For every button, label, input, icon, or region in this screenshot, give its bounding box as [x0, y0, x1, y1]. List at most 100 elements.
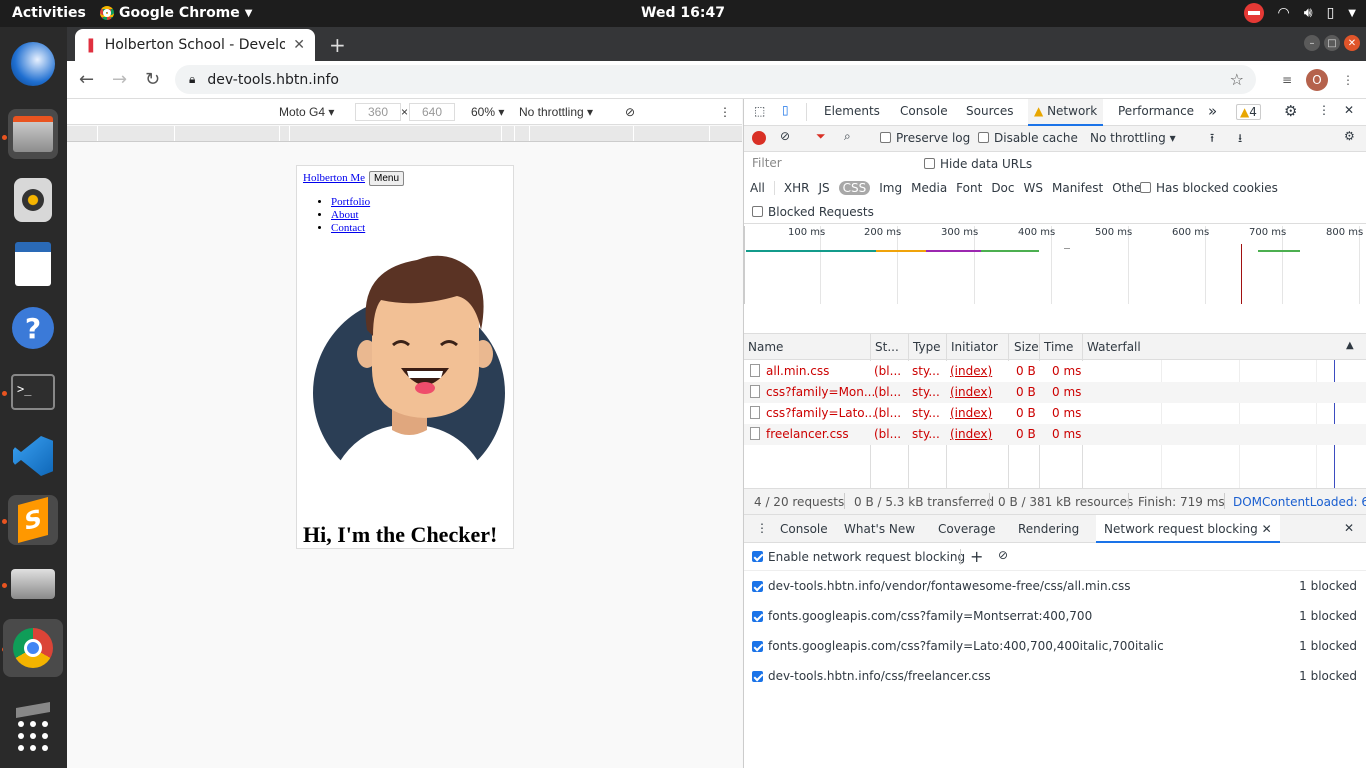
type-filter-font[interactable]: Font — [956, 181, 982, 195]
browser-tab[interactable]: ❚ Holberton School - Develo ✕ — [75, 29, 315, 61]
maximize-icon[interactable]: □ — [1324, 35, 1340, 51]
close-window-icon[interactable]: ✕ — [1344, 35, 1360, 51]
table-row[interactable]: all.min.css (bl... sty... (index) 0 B 0 … — [744, 361, 1084, 382]
chrome-icon[interactable] — [3, 619, 63, 677]
tab-performance[interactable]: Performance — [1118, 104, 1194, 118]
enable-blocking-checkbox[interactable]: Enable network request blocking — [752, 550, 965, 564]
close-devtools-icon[interactable]: ✕ — [1344, 103, 1354, 117]
new-tab-icon[interactable]: + — [329, 33, 346, 57]
table-row[interactable]: css?family=Mon... (bl... sty... (index) … — [744, 382, 1366, 403]
back-icon[interactable]: ← — [79, 69, 94, 90]
device-select[interactable]: Moto G4 ▾ — [279, 105, 334, 119]
remove-all-patterns-icon[interactable]: ⊘ — [998, 548, 1008, 562]
do-not-disturb-icon[interactable] — [1243, 3, 1264, 23]
blocked-pattern-row[interactable]: fonts.googleapis.com/css?family=Montserr… — [752, 606, 1357, 626]
address-bar[interactable]: 🔒︎ dev-tools.hbtn.info ☆ — [175, 65, 1256, 94]
column-header[interactable]: Type — [913, 340, 941, 354]
devtools-menu-icon[interactable]: ⋮ — [1318, 103, 1330, 117]
disable-cache-checkbox[interactable]: Disable cache — [978, 131, 1078, 145]
pattern-checkbox[interactable] — [752, 640, 763, 652]
blocked-pattern-row[interactable]: dev-tools.hbtn.info/css/freelancer.css 1 … — [752, 666, 1357, 686]
add-pattern-icon[interactable]: + — [970, 547, 983, 566]
throttling-select[interactable]: No throttling ▾ — [519, 105, 593, 119]
pattern-checkbox[interactable] — [752, 580, 763, 592]
column-header[interactable]: Name — [748, 340, 783, 354]
bookmark-star-icon[interactable]: ☆ — [1230, 70, 1244, 89]
record-icon[interactable] — [752, 131, 766, 145]
sublime-icon[interactable]: S — [8, 495, 58, 545]
table-row[interactable]: css?family=Lato... (bl... sty... (index)… — [744, 403, 1084, 424]
blocked-pattern-row[interactable]: dev-tools.hbtn.info/vendor/fontawesome-f… — [752, 576, 1357, 596]
tab-network[interactable]: ▲ Network — [1028, 99, 1104, 126]
chevron-down-icon[interactable]: ▼ — [1348, 8, 1356, 19]
nav-link-about[interactable]: About — [331, 209, 359, 221]
rhythmbox-icon[interactable] — [8, 175, 58, 225]
filter-input[interactable]: Filter — [750, 156, 910, 174]
search-icon[interactable]: ⌕ — [844, 129, 851, 144]
files-icon[interactable] — [8, 109, 58, 159]
system-tray[interactable]: ◠ 🔊︎ ▯ ▼ — [1243, 3, 1356, 23]
warnings-badge[interactable]: ▲4 — [1236, 104, 1261, 120]
help-icon[interactable]: ? — [8, 303, 58, 353]
network-throttling-select[interactable]: No throttling ▾ — [1090, 131, 1176, 145]
vscode-icon[interactable] — [8, 431, 58, 481]
drawer-tab-console[interactable]: Console — [780, 522, 828, 536]
app-menu[interactable]: Google Chrome ▼ — [100, 5, 252, 21]
device-toggle-icon[interactable]: ▯ — [782, 103, 789, 117]
column-header[interactable]: Waterfall — [1087, 340, 1141, 354]
kebab-menu-icon[interactable]: ⋮ — [1342, 73, 1354, 87]
tab-elements[interactable]: Elements — [824, 104, 880, 118]
forward-icon[interactable]: → — [112, 69, 127, 90]
column-header[interactable]: Size — [1014, 340, 1039, 354]
type-filter-js[interactable]: JS — [818, 181, 829, 195]
type-filter-css[interactable]: CSS — [838, 181, 871, 195]
reload-icon[interactable]: ↻ — [145, 69, 160, 90]
type-filter-all[interactable]: All — [750, 181, 765, 195]
more-tabs-icon[interactable]: » — [1208, 102, 1217, 120]
drawer-tab-whats-new[interactable]: What's New — [844, 522, 915, 536]
type-filter-xhr[interactable]: XHR — [784, 181, 810, 195]
type-filter-manifest[interactable]: Manifest — [1052, 181, 1103, 195]
nav-link-portfolio[interactable]: Portfolio — [331, 196, 370, 208]
close-tab-icon[interactable]: ✕ — [1262, 522, 1272, 536]
thunderbird-icon[interactable] — [8, 39, 58, 89]
battery-icon[interactable]: ▯ — [1327, 5, 1335, 21]
url-text[interactable]: dev-tools.hbtn.info — [207, 72, 339, 88]
type-filter-media[interactable]: Media — [911, 181, 947, 195]
pattern-checkbox[interactable] — [752, 670, 763, 682]
zoom-select[interactable]: 60% ▾ — [471, 105, 504, 119]
filter-icon[interactable]: ⏷ — [816, 129, 826, 144]
device-menu-icon[interactable]: ⋮ — [719, 105, 731, 119]
blocked-pattern-row[interactable]: fonts.googleapis.com/css?family=Lato:400… — [752, 636, 1357, 656]
avatar[interactable]: O — [1306, 69, 1328, 91]
brand-link[interactable]: Holberton Me — [303, 172, 365, 184]
type-filter-ws[interactable]: WS — [1024, 181, 1043, 195]
hide-data-urls-checkbox[interactable]: Hide data URLs — [924, 157, 1032, 171]
pattern-checkbox[interactable] — [752, 610, 763, 622]
has-blocked-cookies-checkbox[interactable]: Has blocked cookies — [1140, 181, 1278, 195]
terminal-icon[interactable]: >_ — [8, 367, 58, 417]
table-row[interactable]: freelancer.css (bl... sty... (index) 0 B… — [744, 424, 1366, 445]
column-header[interactable]: St... — [875, 340, 899, 354]
menu-button[interactable]: Menu — [369, 171, 405, 186]
tab-sources[interactable]: Sources — [966, 104, 1013, 118]
width-input[interactable]: 360 — [355, 103, 401, 121]
network-overview[interactable]: 100 ms 200 ms 300 ms 400 ms 500 ms 600 m… — [744, 224, 1366, 334]
settings-icon[interactable]: ⚙ — [1284, 102, 1297, 120]
height-input[interactable]: 640 — [409, 103, 455, 121]
column-header[interactable]: Initiator — [951, 340, 998, 354]
nav-link-contact[interactable]: Contact — [331, 222, 365, 234]
network-settings-icon[interactable]: ⚙ — [1344, 129, 1355, 143]
scanner-icon[interactable] — [8, 559, 58, 609]
blocked-requests-checkbox[interactable]: Blocked Requests — [752, 205, 874, 219]
clear-icon[interactable]: ⊘ — [780, 129, 790, 143]
writer-icon[interactable] — [8, 239, 58, 289]
volume-icon[interactable]: 🔊︎ — [1304, 5, 1313, 21]
media-control-icon[interactable]: ≡ — [1282, 73, 1292, 87]
drawer-tab-coverage[interactable]: Coverage — [938, 522, 996, 536]
close-drawer-icon[interactable]: ✕ — [1344, 521, 1354, 535]
tab-console[interactable]: Console — [900, 104, 948, 118]
activities-button[interactable]: Activities — [12, 5, 86, 21]
wifi-icon[interactable]: ◠ — [1278, 5, 1290, 21]
drawer-tab-request-blocking[interactable]: Network request blocking ✕ — [1096, 515, 1280, 543]
